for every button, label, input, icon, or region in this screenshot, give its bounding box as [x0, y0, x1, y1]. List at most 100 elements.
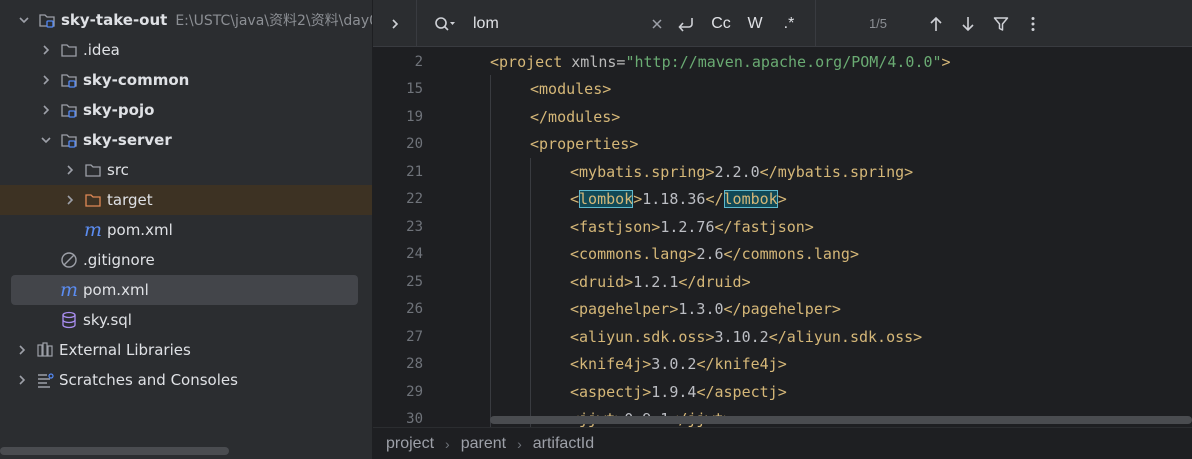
tree-item-external-libraries[interactable]: External Libraries [0, 335, 372, 365]
code-line: <commons.lang>2.6</commons.lang> [570, 245, 859, 263]
tree-item-sky-common[interactable]: sky-common [0, 65, 372, 95]
project-path: E:\USTC\java\资料2\资料\day0 [175, 13, 372, 29]
library-icon [36, 341, 54, 359]
tree-item-scratches[interactable]: Scratches and Consoles [0, 365, 372, 395]
match-case-button[interactable]: Cc [707, 0, 735, 47]
chevron-right-icon[interactable] [62, 192, 78, 208]
chevron-down-icon[interactable] [38, 132, 54, 148]
chevron-right-icon [391, 18, 398, 29]
line-number: 29 [406, 383, 423, 400]
tree-item-label: target [107, 191, 153, 209]
code-editor[interactable]: 2 15 19 20 21 22 23 24 25 26 27 28 29 30… [373, 47, 1192, 427]
filter-button[interactable] [987, 0, 1015, 47]
tree-item-gitignore[interactable]: .gitignore [0, 245, 372, 275]
editor-horizontal-scrollbar[interactable] [490, 416, 1192, 424]
line-number: 24 [406, 246, 423, 262]
tree-item-idea[interactable]: .idea [0, 35, 372, 65]
tree-item-label: Scratches and Consoles [59, 371, 238, 389]
tree-item-server-pom[interactable]: m pom.xml [0, 215, 372, 245]
folder-icon [84, 161, 102, 179]
module-folder-icon [60, 131, 78, 149]
code-line: <aliyun.sdk.oss>3.10.2</aliyun.sdk.oss> [570, 327, 923, 346]
search-match-highlight: lombok [579, 190, 634, 208]
search-match-highlight: lombok [723, 190, 778, 208]
arrow-up-icon [930, 16, 942, 31]
tree-item-sky-server[interactable]: sky-server [0, 125, 372, 155]
more-options-button[interactable] [1020, 0, 1046, 47]
line-number: 28 [406, 356, 423, 372]
line-number: 2 [414, 53, 423, 70]
tree-item-label: sky-server [83, 131, 172, 149]
tree-item-sky-pojo[interactable]: sky-pojo [0, 95, 372, 125]
new-line-button[interactable] [673, 0, 699, 47]
regex-button[interactable]: .* [775, 0, 803, 47]
folder-icon [60, 41, 78, 59]
chevron-right-icon[interactable] [14, 372, 30, 388]
tree-item-src[interactable]: src [0, 155, 372, 185]
chevron-right-icon[interactable] [62, 162, 78, 178]
chevron-down-icon[interactable] [16, 12, 32, 28]
line-number: 26 [406, 301, 423, 317]
breadcrumb-item[interactable]: artifactId [533, 435, 594, 453]
next-occurrence-button[interactable] [954, 0, 982, 47]
excluded-folder-icon [84, 191, 102, 209]
words-button[interactable]: W [741, 0, 769, 47]
database-icon [60, 311, 78, 329]
module-folder-icon [60, 101, 78, 119]
code-line: <project xmlns="http://maven.apache.org/… [490, 52, 951, 71]
line-number: 21 [406, 163, 423, 180]
search-input[interactable]: lom [473, 0, 673, 47]
more-icon [1031, 16, 1035, 31]
line-number: 15 [406, 81, 423, 97]
words-label: W [747, 14, 763, 32]
line-number: 20 [406, 136, 423, 152]
arrow-down-icon [962, 16, 974, 31]
separator [815, 0, 816, 47]
chevron-right-icon[interactable] [38, 42, 54, 58]
tree-item-label: .idea [83, 41, 120, 59]
module-folder-icon [60, 71, 78, 89]
tree-item-label: .gitignore [83, 251, 155, 269]
indent-guide [530, 158, 531, 427]
breadcrumb-item[interactable]: project [386, 435, 434, 453]
project-tree-panel: sky-take-out E:\USTC\java\资料2\资料\day0 .i… [0, 0, 372, 459]
tree-item-root-pom[interactable]: m pom.xml [11, 275, 358, 305]
tree-item-label: pom.xml [107, 221, 173, 239]
chevron-right-icon[interactable] [14, 342, 30, 358]
chevron-right-icon[interactable] [38, 102, 54, 118]
search-history-button[interactable] [430, 0, 460, 47]
tree-item-root[interactable]: sky-take-out E:\USTC\java\资料2\资料\day0 [0, 5, 372, 35]
indent-guide [490, 75, 491, 427]
module-folder-icon [38, 11, 56, 29]
tree-horizontal-scrollbar[interactable] [0, 447, 229, 455]
tree-item-label: sky-pojo [83, 101, 155, 119]
chevron-right-icon[interactable] [38, 72, 54, 88]
match-case-label: Cc [711, 14, 731, 32]
previous-occurrence-button[interactable] [922, 0, 950, 47]
tree-item-label: sky-common [83, 71, 190, 89]
line-number: 22 [406, 191, 423, 207]
tree-item-label: sky-take-out [61, 11, 168, 29]
clear-search-button[interactable] [646, 0, 668, 47]
search-icon [435, 16, 455, 31]
tree-item-label: sky.sql [83, 311, 132, 329]
regex-label: .* [783, 14, 795, 32]
separator [416, 0, 417, 47]
collapse-button[interactable] [373, 0, 416, 47]
match-count: 1/5 [861, 0, 895, 47]
maven-icon: m [59, 279, 79, 301]
code-line: <modules> [530, 80, 612, 98]
tree-item-label: pom.xml [83, 281, 149, 299]
tree-item-target[interactable]: target [0, 185, 372, 215]
search-query: lom [473, 14, 499, 32]
tree-item-sky-sql[interactable]: sky.sql [0, 305, 372, 335]
find-bar: lom Cc W .* 1/5 [373, 0, 1192, 47]
tree-item-label: src [107, 161, 129, 179]
line-number: 19 [406, 108, 423, 125]
breadcrumb-item[interactable]: parent [461, 435, 506, 453]
code-line: <properties> [530, 135, 639, 153]
line-number: 27 [406, 328, 423, 345]
filter-icon [993, 16, 1009, 31]
code-line: </modules> [530, 107, 621, 126]
scratches-icon [36, 371, 54, 389]
